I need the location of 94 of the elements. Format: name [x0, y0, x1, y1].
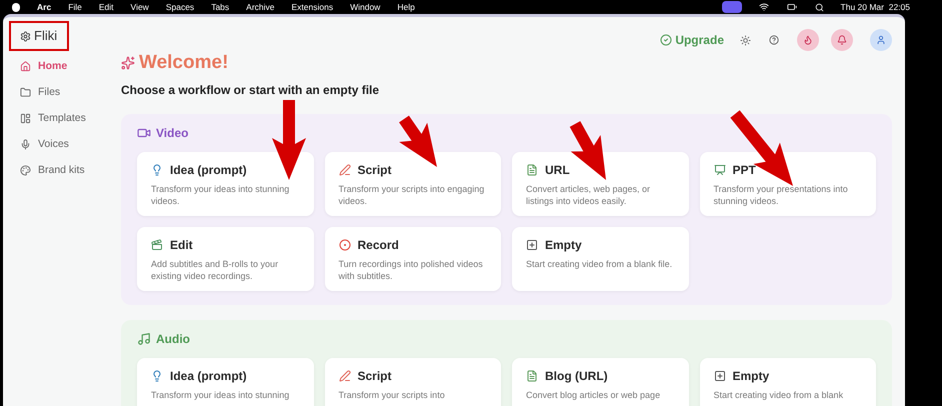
sparkle-icon — [121, 56, 135, 70]
menu-item[interactable]: Spaces — [166, 0, 194, 14]
workflow-card[interactable]: Blog (URL) Convert blog articles or web page — [512, 358, 688, 406]
presentation-icon — [714, 164, 726, 176]
workflow-card[interactable]: Script Transform your scripts into engaging videos. — [324, 152, 501, 216]
sidebar-label: Templates — [38, 110, 86, 126]
plus-square-icon — [526, 238, 538, 250]
sidebar-label: Files — [38, 84, 60, 100]
annotation-arrow — [570, 121, 606, 180]
flame-button[interactable] — [797, 29, 819, 51]
sidebar-item[interactable]: Files — [20, 83, 121, 102]
card-title: Script — [358, 368, 392, 384]
workflow-card[interactable]: Edit Add subtitles and B-rolls to your existing video recordings. — [137, 226, 314, 290]
logo-icon — [20, 30, 31, 42]
card-description: Convert blog articles or web page — [526, 388, 662, 400]
notification-button[interactable] — [831, 29, 853, 51]
card-description: Transform your ideas into stunning videos. — [151, 182, 290, 206]
microphone-icon — [20, 139, 31, 150]
bell-icon — [837, 35, 847, 45]
sidebar-label: Home — [38, 58, 68, 74]
menu-item[interactable]: Arc — [37, 0, 52, 14]
welcome-subtitle: Choose a workflow or start with an empty file — [121, 82, 380, 98]
menu-item[interactable]: Archive — [246, 0, 274, 14]
card-title: Record — [358, 236, 399, 254]
wifi-icon[interactable] — [758, 2, 769, 12]
check-circle-icon — [660, 34, 672, 46]
menu-clock: Thu 20 Mar 22:05 — [840, 0, 910, 14]
card-title: URL — [545, 162, 570, 178]
logo[interactable]: Fliki — [34, 26, 58, 46]
card-title: Edit — [170, 236, 193, 254]
menu-item[interactable]: View — [130, 0, 149, 14]
menu-item[interactable]: Tabs — [211, 0, 230, 14]
palette-icon — [20, 165, 31, 176]
sidebar-item[interactable]: Voices — [20, 135, 121, 154]
workflow-card[interactable]: PPT Transform your presentations into stunning videos. — [700, 152, 876, 216]
lightbulb-icon — [151, 164, 163, 176]
card-description: Turn recordings into polished videos with subtitles. — [338, 258, 484, 282]
profile-button[interactable] — [870, 29, 892, 51]
workflow-card[interactable]: Idea (prompt) Transform your ideas into stunning videos. — [137, 152, 314, 216]
card-title: Empty — [545, 236, 582, 254]
sidebar-label: Brand kits — [38, 162, 85, 178]
card-description: Transform your scripts into engaging videos. — [338, 182, 486, 206]
lightbulb-icon — [151, 370, 163, 382]
sidebar-item[interactable]: Templates — [20, 109, 121, 128]
workflow-card[interactable]: Empty Start creating video from a blank file. — [512, 226, 688, 290]
document-icon — [526, 370, 538, 382]
folder-icon — [20, 87, 31, 98]
workflow-card[interactable]: Record Turn recordings into polished videos with subtitles. — [324, 226, 501, 290]
section-title: Audio — [156, 330, 190, 348]
menu-item[interactable]: Help — [397, 0, 415, 14]
workflow-card[interactable]: Idea (prompt) Transform your ideas into stunning — [137, 358, 314, 406]
card-description: Start creating video from a blank — [714, 388, 844, 400]
flame-icon — [803, 35, 813, 45]
card-title: Empty — [732, 368, 770, 384]
workflow-card[interactable]: URL Convert articles, web pages, or listings into videos easily. — [512, 152, 688, 216]
card-description: Start creating video from a blank file. — [526, 258, 674, 270]
menu-item[interactable]: Window — [350, 0, 380, 14]
card-title: Idea (prompt) — [170, 162, 247, 178]
card-title: Blog (URL) — [545, 368, 608, 384]
card-description: Transform your scripts into — [338, 388, 446, 400]
card-title: Idea (prompt) — [170, 368, 247, 384]
music-note-icon — [137, 332, 151, 346]
menu-item[interactable]: Edit — [98, 0, 114, 14]
home-icon — [20, 61, 31, 72]
help-icon — [769, 35, 779, 45]
workflow-card[interactable]: Script Transform your scripts into — [324, 358, 501, 406]
card-description: Transform your presentations into stunning videos. — [714, 182, 849, 206]
sidebar-label: Voices — [38, 136, 69, 152]
card-description: Transform your ideas into stunning — [151, 388, 290, 400]
card-description: Add subtitles and B-rolls to your existing video recordings. — [151, 258, 280, 282]
welcome-title: Welcome! — [139, 51, 228, 75]
search-icon[interactable] — [814, 2, 824, 12]
pen-icon — [338, 370, 350, 382]
card-description: Convert articles, web pages, or listings into videos easily. — [526, 182, 652, 206]
layout-icon — [20, 113, 31, 124]
document-icon — [526, 164, 538, 176]
app-indicator-icon[interactable] — [722, 1, 742, 13]
card-title: PPT — [732, 162, 756, 178]
pen-icon — [338, 164, 350, 176]
battery-icon[interactable] — [786, 2, 798, 12]
clapperboard-icon — [151, 238, 163, 250]
upgrade-label: Upgrade — [675, 32, 724, 49]
card-title: Script — [358, 162, 392, 178]
annotation-arrow — [399, 116, 437, 167]
plus-square-icon — [714, 370, 726, 382]
section-title: Video — [156, 124, 188, 142]
workflow-card[interactable]: Empty Start creating video from a blank — [700, 358, 876, 406]
record-icon — [338, 238, 350, 250]
user-icon — [876, 35, 886, 45]
theme-icon[interactable] — [740, 34, 751, 46]
menu-item[interactable]: File — [68, 0, 82, 14]
sidebar-item[interactable]: Home — [20, 57, 121, 76]
sidebar-item[interactable]: Brand kits — [20, 161, 121, 180]
menu-item[interactable]: Extensions — [292, 0, 334, 14]
